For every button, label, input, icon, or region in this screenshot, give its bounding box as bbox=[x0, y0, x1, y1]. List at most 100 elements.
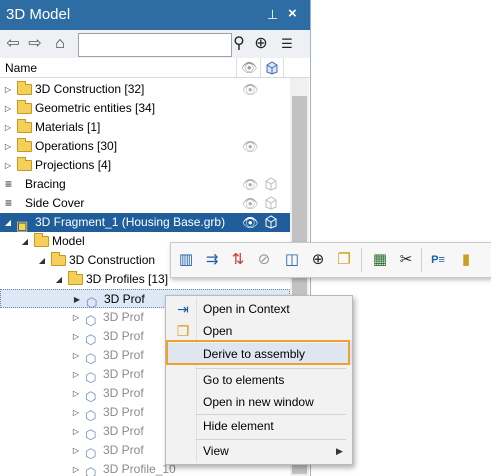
folder-icon bbox=[17, 100, 32, 114]
menu-item-open[interactable]: ❐ Open bbox=[166, 320, 352, 342]
expand-arrow-icon[interactable]: ▷ bbox=[71, 460, 81, 476]
visibility-icon[interactable]: 👁 bbox=[242, 175, 259, 194]
fragment-link-icon[interactable]: ⇅ bbox=[227, 249, 249, 271]
hide-icon[interactable]: ⊘ bbox=[253, 249, 275, 271]
expand-arrow-icon[interactable]: ▷ bbox=[71, 346, 81, 365]
folder-icon bbox=[34, 233, 49, 247]
tree-row[interactable]: ▷ 3D Construction [32] 👁 bbox=[0, 80, 290, 99]
expand-arrow-icon[interactable]: ▷ bbox=[3, 80, 13, 99]
expand-arrow-icon[interactable]: ▷ bbox=[3, 137, 13, 156]
expand-arrow-icon[interactable]: ▷ bbox=[71, 308, 81, 327]
cube-state-icon[interactable] bbox=[264, 196, 278, 210]
tree-row[interactable]: ▷ Operations [30] 👁 bbox=[0, 137, 290, 156]
find-icon[interactable]: ⚲ bbox=[230, 34, 248, 54]
cube-column-icon[interactable] bbox=[264, 60, 279, 75]
tree-row[interactable]: ≡ Bracing 👁 bbox=[0, 175, 290, 194]
menu-item-label: View bbox=[203, 444, 229, 458]
folder-icon bbox=[17, 119, 32, 133]
tree-item-label: 3D Construction [32] bbox=[35, 82, 145, 96]
tree-item-label: 3D Prof bbox=[103, 348, 144, 362]
target-icon[interactable]: ⊕ bbox=[252, 34, 270, 54]
tree-row[interactable]: ◢ ▣ 3D Fragment_1 (Housing Base.grb) 👁 bbox=[0, 213, 290, 233]
folder-refresh-icon[interactable]: ❐ bbox=[333, 249, 355, 271]
panel-title: 3D Model bbox=[6, 6, 71, 23]
cube-state-icon[interactable] bbox=[264, 177, 278, 191]
tree-row[interactable]: ▷ Geometric entities [34] bbox=[0, 99, 290, 118]
tree-item-label: 3D Prof bbox=[103, 443, 144, 457]
expand-arrow-icon[interactable]: ▷ bbox=[71, 422, 81, 441]
menu-item-derive-to-assembly[interactable]: Derive to assembly bbox=[166, 343, 352, 365]
column-header: Name 👁 bbox=[0, 58, 310, 78]
mini-toolbar: ▥ ⇉ ⇅ ⊘ ◫ ⊕ ❐ ▦ ✂ P≡ ▮ bbox=[170, 242, 491, 278]
expand-arrow-icon[interactable]: ▷ bbox=[71, 327, 81, 346]
menu-item-hide-element[interactable]: Hide element bbox=[166, 415, 352, 437]
tree-item-label: 3D Prof bbox=[103, 367, 144, 381]
expand-arrow-icon[interactable]: ▷ bbox=[3, 156, 13, 175]
expand-arrow-icon[interactable]: ▷ bbox=[3, 118, 13, 137]
forward-icon[interactable]: ⇨ bbox=[26, 34, 44, 54]
tree-row[interactable]: ▷ Materials [1] bbox=[0, 118, 290, 137]
param-icon[interactable]: P≡ bbox=[427, 249, 449, 271]
expand-arrow-icon[interactable]: ▷ bbox=[3, 99, 13, 118]
tree-item-label: Geometric entities [34] bbox=[35, 101, 156, 115]
search-input[interactable] bbox=[78, 33, 232, 57]
back-icon[interactable]: ⇦ bbox=[4, 34, 22, 54]
panel-titlebar: 3D Model ⊥ × bbox=[0, 0, 310, 30]
expand-arrow-icon[interactable]: ▶ bbox=[72, 290, 82, 309]
menu-item-label: Open in new window bbox=[203, 395, 314, 409]
scissors-icon[interactable]: ✂ bbox=[395, 249, 417, 271]
expand-arrow-icon[interactable]: ▷ bbox=[71, 365, 81, 384]
tree-row[interactable]: ≡ Side Cover 👁 bbox=[0, 194, 290, 213]
visibility-column-icon[interactable]: 👁 bbox=[241, 60, 258, 76]
menu-item-label: Hide element bbox=[203, 419, 274, 433]
expand-arrow-icon[interactable]: ▷ bbox=[71, 384, 81, 403]
expanded-arrow-icon[interactable]: ◢ bbox=[37, 251, 47, 270]
tree-item-label: 3D Fragment_1 (Housing Base.grb) bbox=[35, 215, 226, 229]
expanded-arrow-icon[interactable]: ◢ bbox=[3, 213, 13, 232]
menu-item-label: Open in Context bbox=[203, 302, 290, 316]
close-icon[interactable]: × bbox=[288, 5, 297, 22]
cube-icon[interactable]: ◫ bbox=[281, 249, 303, 271]
tree-item-label: Bracing bbox=[25, 177, 66, 191]
visibility-icon[interactable]: 👁 bbox=[242, 137, 259, 156]
open-folder-icon: ❐ bbox=[176, 323, 190, 339]
cube-state-icon[interactable] bbox=[264, 215, 278, 229]
tree-item-label: 3D Prof bbox=[104, 292, 145, 306]
ruler-icon[interactable]: ▮ bbox=[455, 249, 477, 271]
open-in-context-icon: ⇥ bbox=[177, 301, 189, 317]
tree-item-label: Side Cover bbox=[25, 196, 85, 210]
visibility-icon[interactable]: 👁 bbox=[242, 80, 259, 99]
menu-item-open-in-context[interactable]: ⇥ Open in Context bbox=[166, 298, 352, 320]
home-icon[interactable]: ⌂ bbox=[50, 34, 70, 54]
tree-item-label: 3D Prof bbox=[103, 424, 144, 438]
expanded-arrow-icon[interactable]: ◢ bbox=[54, 270, 64, 289]
derive-icon[interactable]: ⇉ bbox=[201, 249, 223, 271]
context-menu: ⇥ Open in Context ❐ Open Derive to assem… bbox=[165, 295, 353, 465]
list-view-icon[interactable]: ☰ bbox=[276, 34, 298, 54]
menu-item-label: Open bbox=[203, 324, 233, 338]
menu-item-go-to-elements[interactable]: Go to elements bbox=[166, 369, 352, 391]
pin-icon[interactable]: ⊥ bbox=[267, 7, 278, 23]
expand-arrow-icon[interactable]: ▷ bbox=[71, 441, 81, 460]
tree-item-label: Materials [1] bbox=[35, 120, 101, 134]
folder-icon bbox=[51, 252, 66, 266]
tree-row[interactable]: ▷ Projections [4] bbox=[0, 156, 290, 175]
assembly-icon[interactable]: ▥ bbox=[175, 249, 197, 271]
menu-item-view[interactable]: View ▶ bbox=[166, 440, 352, 462]
menu-item-open-new-window[interactable]: Open in new window bbox=[166, 391, 352, 413]
tree-item-label: 3D Prof bbox=[103, 310, 144, 324]
calculator-icon[interactable]: ▦ bbox=[369, 249, 391, 271]
column-name-label[interactable]: Name bbox=[5, 61, 37, 75]
visibility-icon[interactable]: 👁 bbox=[242, 213, 259, 232]
tree-item-label: Operations [30] bbox=[35, 139, 118, 153]
expanded-arrow-icon[interactable]: ◢ bbox=[20, 232, 30, 251]
submenu-arrow-icon: ▶ bbox=[336, 446, 343, 456]
folder-icon bbox=[68, 271, 83, 285]
tree-item-label: 3D Prof bbox=[103, 329, 144, 343]
expand-arrow-icon[interactable]: ▷ bbox=[71, 403, 81, 422]
menu-item-label: Derive to assembly bbox=[203, 347, 306, 361]
visibility-icon[interactable]: 👁 bbox=[242, 194, 259, 213]
panel-toolbar: ⇦ ⇨ ⌂ ⚲ ⊕ ☰ bbox=[0, 30, 310, 59]
target-icon[interactable]: ⊕ bbox=[307, 249, 329, 271]
folder-icon bbox=[17, 138, 32, 152]
